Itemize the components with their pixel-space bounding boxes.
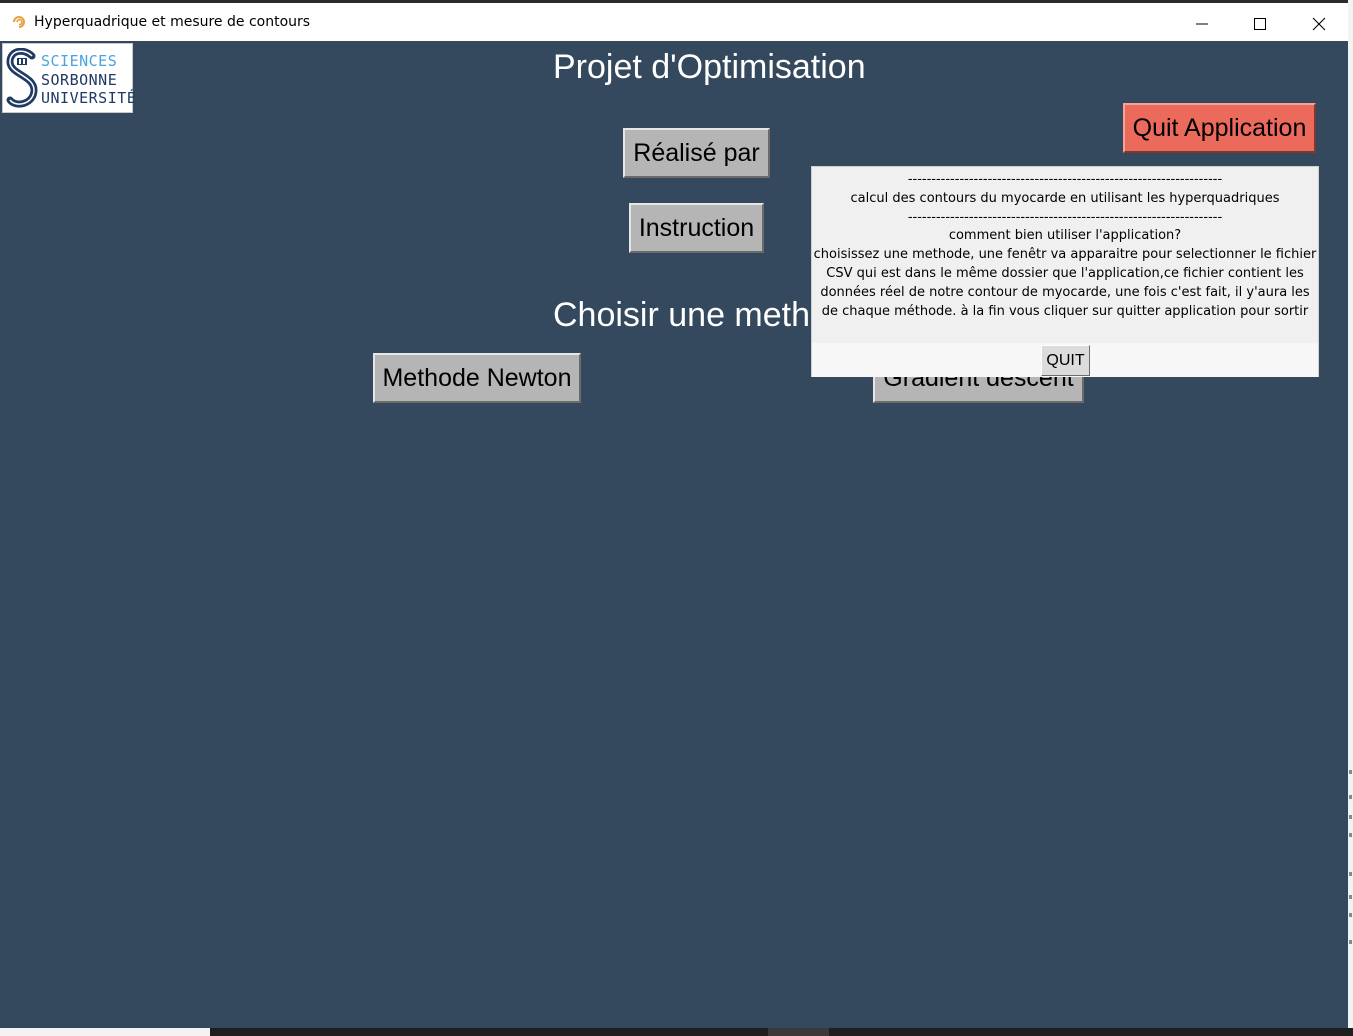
logo-text-sorbonne: SORBONNE: [41, 71, 118, 89]
popup-footer: QUIT: [812, 343, 1318, 377]
app-icon: [13, 16, 25, 28]
popup-line: ----------------------------------------…: [907, 209, 1223, 225]
popup-line: calcul des contours du myocarde en utili…: [850, 190, 1280, 206]
instruction-popup: ----------------------------------------…: [811, 166, 1319, 377]
window-title: Hyperquadrique et mesure de contours: [34, 14, 311, 30]
close-button[interactable]: [1296, 6, 1342, 40]
popup-line: données réel de notre contour de myocard…: [820, 284, 1310, 300]
taskbar-active-app[interactable]: [768, 1028, 829, 1036]
popup-line: ----------------------------------------…: [907, 172, 1223, 187]
newton-method-button[interactable]: Methode Newton: [373, 353, 581, 403]
popup-message: ----------------------------------------…: [812, 171, 1318, 321]
popup-line: comment bien utiliser l'application?: [948, 228, 1182, 244]
maximize-button[interactable]: [1237, 6, 1283, 40]
minimize-button[interactable]: [1179, 6, 1225, 40]
page-title: Projet d'Optimisation: [553, 48, 866, 86]
instruction-button[interactable]: Instruction: [629, 203, 764, 253]
popup-line: de chaque méthode. à la fin vous cliquer…: [821, 303, 1309, 319]
popup-quit-button[interactable]: QUIT: [1041, 345, 1090, 376]
main-window-content: SCIENCES SORBONNE UNIVERSITÉ Projet d'Op…: [0, 41, 1348, 1028]
minimize-icon: [1196, 23, 1208, 25]
maximize-icon: [1254, 18, 1266, 30]
background-window-edge: [1348, 0, 1353, 1036]
logo-text-sciences: SCIENCES: [41, 52, 118, 70]
logo-text-universite: UNIVERSITÉ: [41, 89, 137, 107]
taskbar-search-area[interactable]: [0, 1028, 210, 1036]
close-icon: [1312, 17, 1326, 31]
quit-application-button[interactable]: Quit Application: [1123, 103, 1316, 153]
realise-par-button[interactable]: Réalisé par: [623, 128, 770, 178]
popup-line: choisissez une methode, une fenêtr va ap…: [813, 247, 1317, 263]
sorbonne-s-icon: [6, 48, 38, 108]
window-titlebar: Hyperquadrique et mesure de contours: [0, 0, 1348, 41]
popup-line: CSV qui est dans le même dossier que l'a…: [826, 265, 1304, 281]
sorbonne-logo: SCIENCES SORBONNE UNIVERSITÉ: [2, 43, 137, 113]
taskbar: [0, 1028, 1353, 1036]
